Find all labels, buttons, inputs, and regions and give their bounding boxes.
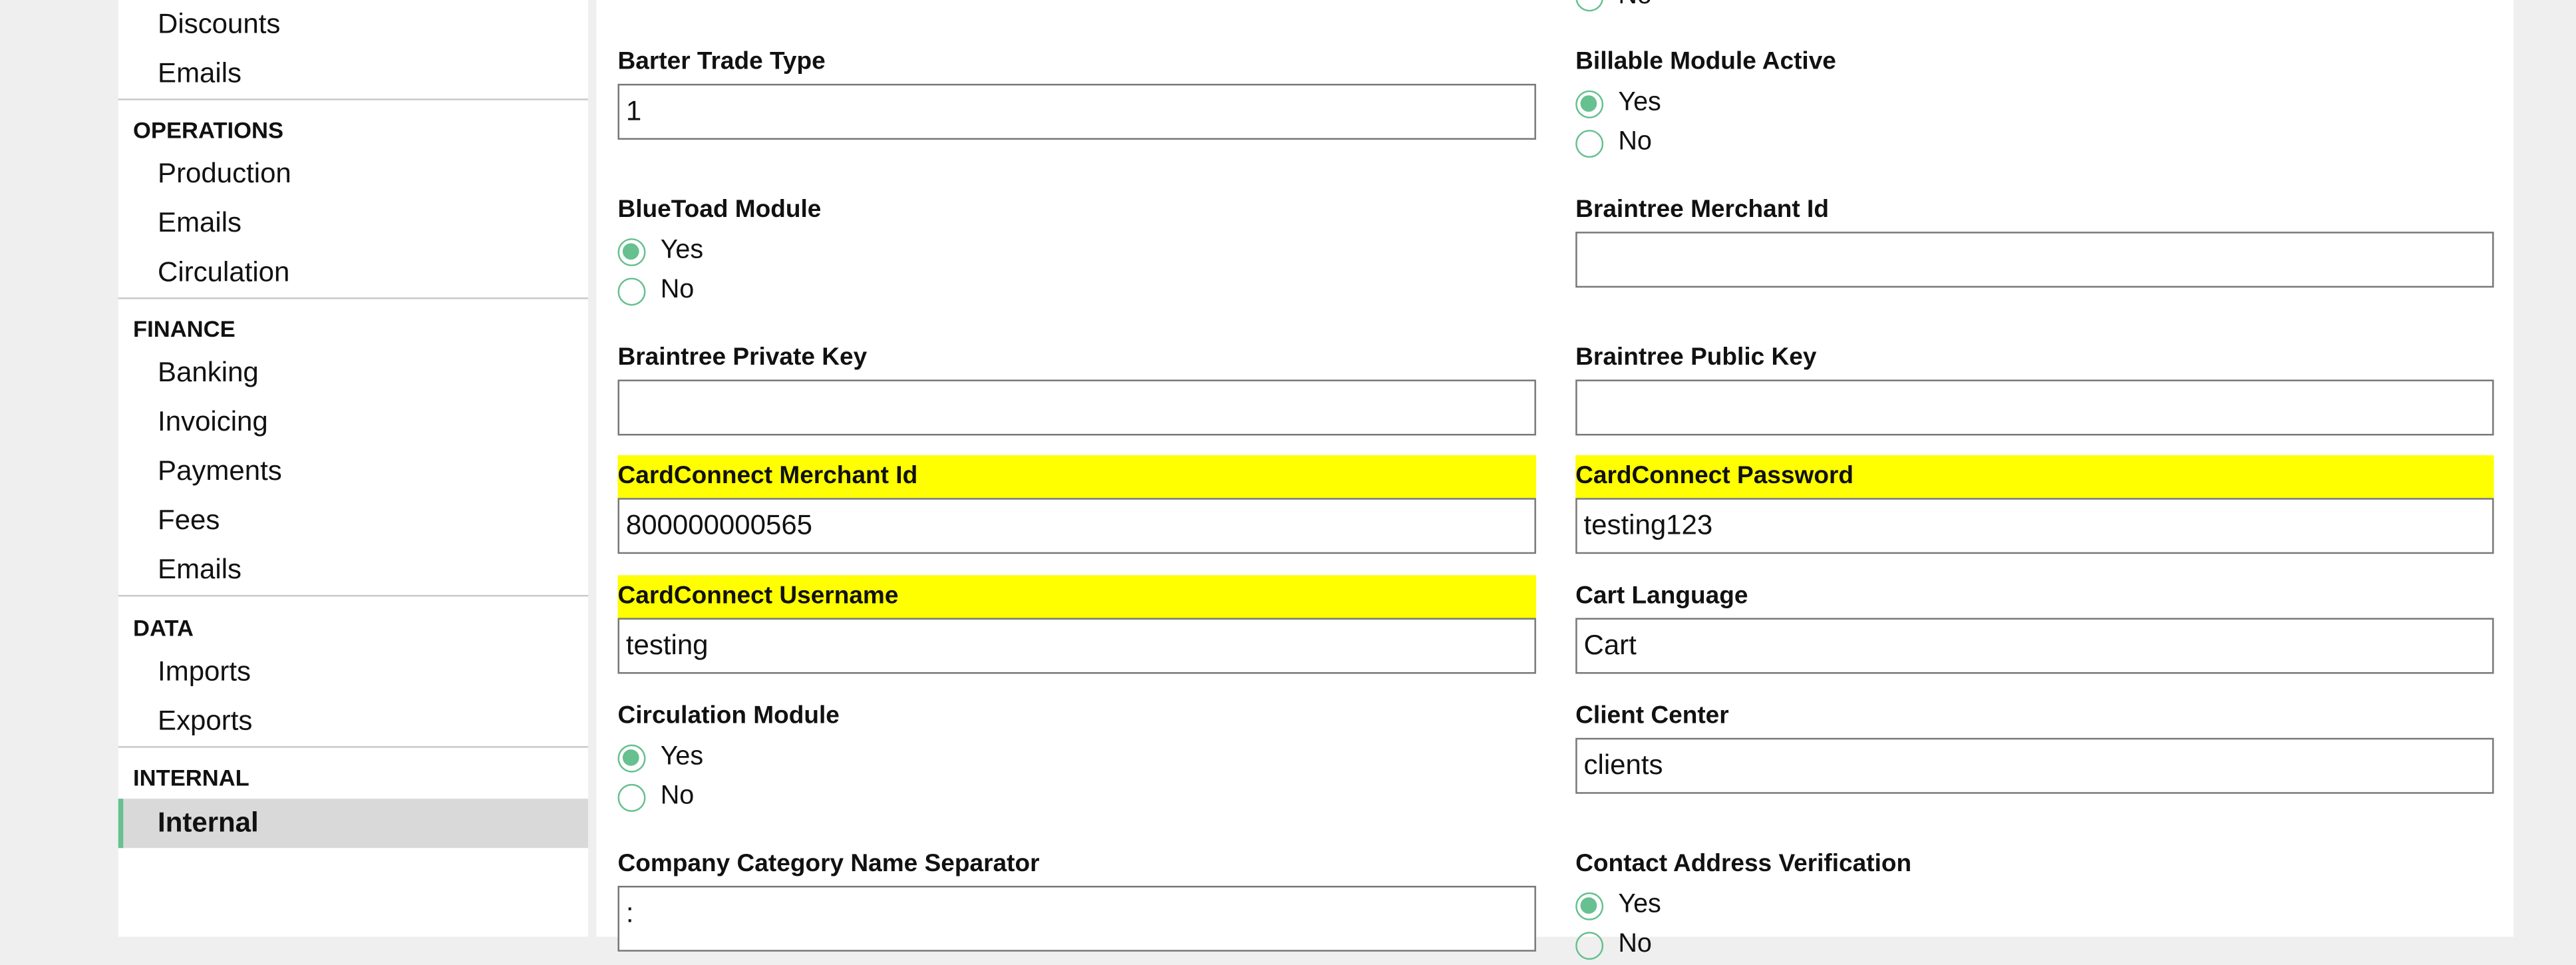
cardconnect-username-input[interactable]: testing — [617, 618, 1536, 674]
radio-label: No — [1618, 128, 1652, 156]
field-cardconnect-username: CardConnect Username testing — [617, 575, 1536, 674]
section-header-internal: INTERNAL — [133, 764, 249, 791]
radio-label: Yes — [660, 236, 704, 265]
company-category-separator-input[interactable]: : — [617, 886, 1536, 952]
field-label: Braintree Private Key — [617, 343, 868, 372]
field-label: Circulation Module — [617, 701, 840, 730]
radio-circle-icon — [1575, 128, 1604, 157]
sidebar-item-exports[interactable]: Exports — [158, 705, 252, 737]
radio-yes[interactable]: Yes — [617, 232, 1535, 271]
radio-no[interactable]: No — [1575, 0, 2494, 17]
settings-form: No Barter Trade Type 1 Billable Module A… — [596, 0, 2514, 959]
radio-circle-icon — [1575, 0, 1604, 11]
client-center-input[interactable]: clients — [1575, 737, 2494, 794]
cart-language-input[interactable]: Cart — [1575, 618, 2494, 674]
sidebar-item-invoicing[interactable]: Invoicing — [158, 406, 268, 439]
radio-label: Yes — [1618, 890, 1661, 919]
sidebar-item-internal[interactable]: Internal — [118, 799, 589, 849]
radio-label: No — [660, 782, 695, 811]
radio-label: Yes — [1618, 89, 1661, 117]
sidebar: Discounts Emails OPERATIONS Production E… — [118, 0, 589, 937]
braintree-public-key-input[interactable] — [1575, 379, 2494, 436]
field-client-center: Client Center clients — [1575, 695, 2494, 794]
radio-label: No — [660, 276, 695, 304]
radio-label: Yes — [660, 743, 704, 771]
divider — [118, 594, 589, 597]
field-cart-language: Cart Language Cart — [1575, 575, 2494, 674]
field-label: BlueToad Module — [617, 195, 822, 224]
radio-circle-icon — [617, 783, 646, 811]
radio-selected-icon — [1575, 891, 1604, 920]
field-braintree-public-key: Braintree Public Key — [1575, 337, 2494, 436]
radio-selected-icon — [1575, 89, 1604, 118]
sidebar-item-payments[interactable]: Payments — [158, 455, 282, 488]
radio-circle-icon — [1575, 930, 1604, 959]
field-company-category-name-separator: Company Category Name Separator : — [617, 843, 1536, 952]
sidebar-item-emails[interactable]: Emails — [158, 554, 242, 586]
field-braintree-merchant-id: Braintree Merchant Id — [1575, 189, 2494, 288]
field-bluetoad-module: BlueToad Module Yes No — [617, 189, 1535, 311]
radio-selected-icon — [617, 237, 646, 266]
radio-label: No — [1618, 0, 1652, 11]
field-contact-address-verification: Contact Address Verification Yes No — [1575, 843, 2494, 965]
divider — [118, 98, 589, 100]
field-label: Cart Language — [1575, 582, 1748, 610]
field-billable-module-active: Billable Module Active Yes No — [1575, 41, 2494, 163]
field-cardconnect-password: CardConnect Password testing123 — [1575, 455, 2494, 554]
radio-no[interactable]: No — [1575, 925, 2494, 964]
field-label: Braintree Merchant Id — [1575, 195, 1829, 224]
field-cardconnect-merchant-id: CardConnect Merchant Id 800000000565 — [617, 455, 1536, 554]
radio-label: No — [1618, 930, 1652, 958]
sidebar-item-emails[interactable]: Emails — [158, 207, 242, 240]
section-header-finance: FINANCE — [133, 315, 236, 342]
radio-no[interactable]: No — [617, 271, 1535, 310]
field-label: Barter Trade Type — [617, 47, 826, 76]
sidebar-item-emails[interactable]: Emails — [158, 57, 242, 90]
field-braintree-private-key: Braintree Private Key — [617, 337, 1536, 436]
cardconnect-merchant-id-input[interactable]: 800000000565 — [617, 498, 1536, 554]
sidebar-item-label: Internal — [158, 807, 259, 839]
field-label: CardConnect Password — [1575, 455, 2494, 498]
sidebar-item-fees[interactable]: Fees — [158, 504, 220, 537]
radio-selected-icon — [617, 743, 646, 772]
sidebar-item-imports[interactable]: Imports — [158, 656, 251, 688]
sidebar-item-banking[interactable]: Banking — [158, 357, 259, 389]
field-barter-trade-type: Barter Trade Type 1 — [617, 41, 1536, 140]
field-label: CardConnect Merchant Id — [617, 455, 1536, 498]
sidebar-item-discounts[interactable]: Discounts — [158, 8, 280, 41]
field-label: Company Category Name Separator — [617, 849, 1040, 878]
section-header-data: DATA — [133, 614, 194, 642]
radio-no[interactable]: No — [617, 777, 1535, 817]
field-label: Contact Address Verification — [1575, 849, 1912, 878]
divider — [118, 746, 589, 748]
radio-yes[interactable]: Yes — [1575, 886, 2494, 925]
field-label: CardConnect Username — [617, 575, 1536, 618]
barter-trade-type-input[interactable]: 1 — [617, 83, 1536, 140]
section-header-operations: OPERATIONS — [133, 116, 284, 143]
field-label: Braintree Public Key — [1575, 343, 1817, 372]
radio-circle-icon — [617, 277, 646, 305]
field-label: Billable Module Active — [1575, 47, 1836, 76]
field-circulation-module: Circulation Module Yes No — [617, 695, 1535, 817]
radio-yes[interactable]: Yes — [1575, 84, 2494, 123]
sidebar-item-circulation[interactable]: Circulation — [158, 256, 289, 289]
radio-yes[interactable]: Yes — [617, 738, 1535, 777]
braintree-merchant-id-input[interactable] — [1575, 232, 2494, 288]
divider — [118, 297, 589, 299]
cardconnect-password-input[interactable]: testing123 — [1575, 498, 2494, 554]
braintree-private-key-input[interactable] — [617, 379, 1536, 436]
sidebar-item-production[interactable]: Production — [158, 158, 291, 190]
field-label: Client Center — [1575, 701, 1729, 730]
radio-no[interactable]: No — [1575, 123, 2494, 162]
